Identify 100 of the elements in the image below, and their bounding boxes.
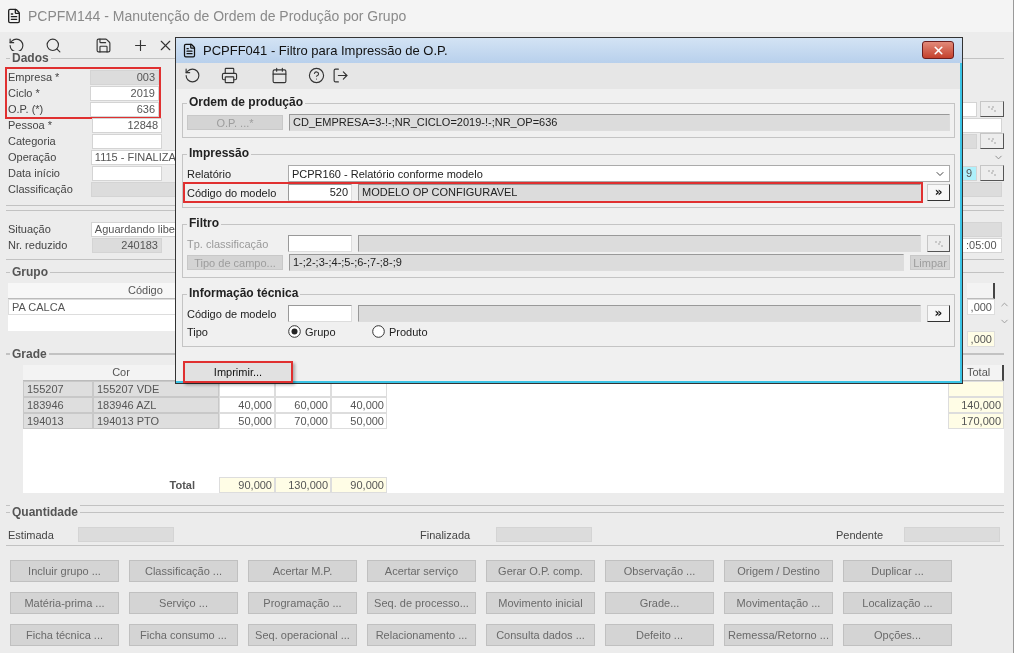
filter-field: CD_EMPRESA=3-!-;NR_CICLO=2019-!-;NR_OP=636 [289,114,950,131]
table-cell: 183946 [23,397,93,413]
forward-button[interactable]: » [927,305,950,322]
radio-button[interactable] [288,325,301,338]
action-button[interactable]: Programação ... [248,592,357,614]
report-select[interactable]: PCPR160 - Relatório conforme modelo [288,165,950,182]
table-cell: 60,000 [275,397,331,413]
action-button[interactable]: Defeito ... [605,624,714,646]
action-button[interactable]: Serviço ... [129,592,238,614]
table-cell: 70,000 [275,413,331,429]
calendar-icon[interactable] [270,67,288,85]
document-icon [6,8,22,24]
filter-field: 1-;2-;3-;4-;5-;6-;7-;8-;9 [289,254,904,271]
close-button[interactable] [922,41,954,60]
table-cell: 194013 PTO [93,413,219,429]
action-button[interactable]: Movimento inicial [486,592,595,614]
action-button[interactable]: Relacionamento ... [367,624,476,646]
input-field[interactable]: 636 [90,101,159,117]
field-label: Ciclo * [8,87,41,99]
action-button[interactable]: Opções... [843,624,952,646]
input-field[interactable]: 2019 [90,85,159,101]
input-field[interactable]: :05:00 [962,237,1002,253]
column-header [967,283,995,299]
field-label: Empresa * [8,71,61,83]
section-legend: Grupo [10,265,50,279]
field-label: Data início [8,167,61,179]
undo-icon[interactable] [7,36,25,54]
table-cell: 90,000 [219,477,275,493]
radio-label: Produto [389,325,428,338]
table-cell: 140,000 [948,397,1004,413]
input-field[interactable] [962,117,1002,133]
lookup-button[interactable] [927,235,950,252]
forward-button[interactable]: » [927,184,950,201]
undo-icon[interactable] [183,67,201,85]
action-button[interactable]: Acertar M.P. [248,560,357,582]
window-title: PCPFM144 - Manutenção de Ordem de Produção por Grupo [28,8,407,24]
action-button[interactable]: Movimentação ... [724,592,833,614]
exit-icon[interactable] [331,67,349,85]
input-field[interactable] [288,305,352,322]
action-button[interactable]: Grade... [605,592,714,614]
field-label: Pessoa * [8,119,54,131]
action-button[interactable]: Localização ... [843,592,952,614]
table-cell: 40,000 [331,397,387,413]
radio-label: Grupo [305,325,336,338]
action-button[interactable]: Classificação ... [129,560,238,582]
table-cell: 90,000 [331,477,387,493]
field-label: Tipo [187,325,209,338]
radio-button[interactable] [372,325,385,338]
field-label: Operação [8,151,58,163]
lookup-button[interactable] [980,133,1004,149]
close-icon [931,43,945,57]
action-button[interactable]: Duplicar ... [843,560,952,582]
section-legend: Informação técnica [187,286,301,300]
input-field[interactable]: 520 [288,184,352,201]
section-legend: Quantidade [10,505,80,519]
table-cell: 170,000 [948,413,1004,429]
action-button[interactable]: Observação ... [605,560,714,582]
table-cell: ,000 [967,331,995,347]
table-cell: 183946 AZL [93,397,219,413]
field-label: Tp. classificação [187,237,270,250]
dots-icon [987,169,997,177]
print-button[interactable]: Imprimir... [183,361,293,383]
dots-icon [987,137,997,145]
table-cell [948,381,1004,397]
input-field[interactable] [92,165,162,181]
input-field: 003 [90,69,159,85]
section-legend: Ordem de produção [187,95,306,109]
field-label: Situação [8,223,52,235]
action-button[interactable]: Seq. operacional ... [248,624,357,646]
input-field[interactable] [288,235,352,252]
help-icon[interactable] [307,67,325,85]
lookup-button[interactable] [980,101,1004,117]
dots-icon [933,239,944,248]
printer-icon[interactable] [220,67,238,85]
action-button[interactable]: Gerar O.P. comp. [486,560,595,582]
action-button[interactable]: Incluir grupo ... [10,560,119,582]
total-label: Total [168,478,196,493]
search-icon[interactable] [44,36,62,54]
table-cell: 155207 VDE [93,381,219,397]
section-legend: Impressão [187,146,252,160]
dots-icon [987,105,997,113]
section-legend: Grade [10,347,49,361]
field-label: Código do modelo [187,186,278,199]
lookup-button[interactable] [980,165,1004,181]
input-field[interactable] [92,133,162,149]
input-field: 240183 [92,237,162,253]
field-label: O.P. (*) [8,103,45,115]
action-button[interactable]: Ficha técnica ... [10,624,119,646]
action-button[interactable]: Consulta dados ... [486,624,595,646]
table-cell: 194013 [23,413,93,429]
save-icon[interactable] [94,36,112,54]
action-button[interactable]: Acertar serviço [367,560,476,582]
action-button[interactable]: Origem / Destino [724,560,833,582]
field-label: Estimada [8,528,55,541]
action-button[interactable]: Matéria-prima ... [10,592,119,614]
action-button[interactable]: Ficha consumo ... [129,624,238,646]
input-field [962,221,1002,237]
field-label: Nr. reduzido [8,239,69,251]
action-button[interactable]: Remessa/Retorno ... [724,624,833,646]
action-button[interactable]: Seq. de processo... [367,592,476,614]
